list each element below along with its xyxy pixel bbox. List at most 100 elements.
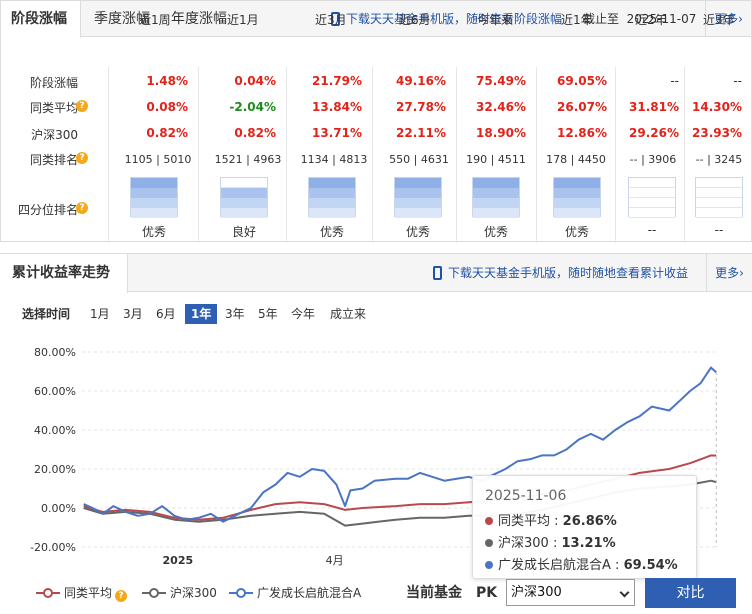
app-download-link[interactable]: 下载天天基金手机版，随时随地查看累计收益 (433, 254, 688, 292)
time-option-1m[interactable]: 1月 (90, 304, 110, 324)
help-icon[interactable]: ? (76, 152, 88, 164)
cumulative-header: 累计收益率走势 下载天天基金手机版，随时随地查看累计收益 更多› (0, 254, 752, 293)
rank-cell: 1521 | 4963 (214, 153, 282, 166)
quartile-label: 优秀 (483, 225, 508, 239)
category-avg-cell: -2.04% (229, 100, 276, 114)
legend-label: 广发成长启航混合A (257, 586, 362, 600)
time-option-6m[interactable]: 6月 (156, 304, 176, 324)
time-option-inception[interactable]: 成立来 (330, 304, 366, 324)
period-header: 近1周 (139, 13, 171, 27)
tooltip-series-value: 26.86% (562, 514, 617, 529)
quartile-segment (473, 188, 519, 198)
csi300-cell: 23.93% (692, 126, 742, 140)
quartile-label: -- (714, 223, 724, 237)
row-label-quartile: 四分位排名? (1, 201, 106, 218)
csi300-cell: 29.26% (629, 126, 679, 140)
fund-return-cell: 69.05% (557, 74, 607, 88)
quartile-bar (308, 177, 356, 218)
csi300-cell: 18.90% (476, 126, 526, 140)
fund-return-cell: 49.16% (396, 74, 446, 88)
time-option-ytd[interactable]: 今年 (291, 304, 315, 324)
quartile-segment (221, 178, 267, 188)
row-label-category-avg: 同类平均? (1, 99, 106, 116)
quartile-segment (395, 188, 441, 198)
rank-cell: 1105 | 5010 (124, 153, 192, 166)
pk-benchmark-select[interactable]: 沪深300 (506, 579, 635, 606)
more-link[interactable]: 更多› (706, 254, 752, 292)
quartile-segment (395, 178, 441, 188)
period-header: 近1年 (561, 13, 593, 27)
time-option-1y[interactable]: 1年 (185, 304, 218, 324)
quartile-segment (629, 208, 675, 218)
tab-annual-returns[interactable]: 年度涨幅 (171, 1, 227, 37)
y-tick-label: 0.00% (41, 502, 76, 515)
quartile-segment (696, 188, 742, 198)
rank-cell: 190 | 4511 (466, 153, 526, 166)
csi300-cell: 22.11% (396, 126, 446, 140)
legend-marker (142, 588, 166, 598)
quartile-segment (309, 198, 355, 208)
series-dot (485, 517, 493, 525)
row-label-text: 四分位排名 (17, 203, 78, 217)
period-header: 近3月 (315, 13, 347, 27)
help-icon[interactable]: ? (76, 202, 88, 214)
cumulative-title: 累计收益率走势 (0, 254, 128, 293)
row-label-text: 同类平均 (29, 101, 78, 115)
legend-item-csi300[interactable]: 沪深300 (142, 583, 217, 603)
chevron-right-icon: › (739, 266, 744, 280)
quartile-segment (221, 188, 267, 198)
category-avg-cell: 0.08% (146, 100, 188, 114)
current-fund-label: 当前基金 (406, 585, 462, 601)
category-avg-cell: 32.46% (476, 100, 526, 114)
tooltip-series-value: 13.21% (561, 536, 616, 551)
quartile-segment (395, 208, 441, 218)
fund-return-cell: 0.04% (234, 74, 276, 88)
quartile-bar (394, 177, 442, 218)
rank-cell: -- | 3245 (695, 153, 743, 166)
fund-return-cell: 21.79% (312, 74, 362, 88)
category-avg-cell: 27.78% (396, 100, 446, 114)
time-option-3m[interactable]: 3月 (123, 304, 143, 324)
period-header: 近2年 (635, 13, 667, 27)
quartile-segment (473, 208, 519, 218)
quartile-bar (695, 177, 743, 218)
legend-item-fund[interactable]: 广发成长启航混合A (229, 583, 361, 603)
quartile-segment (554, 208, 600, 218)
row-label-csi300: 沪深300 (31, 128, 78, 142)
chart-tooltip: 2025-11-06 同类平均 : 26.86% 沪深300 : 13.21% … (472, 475, 697, 579)
tab-period-returns[interactable]: 阶段涨幅 (1, 1, 81, 38)
csi300-cell: 0.82% (146, 126, 188, 140)
time-option-5y[interactable]: 5年 (258, 304, 278, 324)
category-avg-cell: 31.81% (629, 100, 679, 114)
help-icon[interactable]: ? (76, 100, 88, 112)
tooltip-date: 2025-11-06 (485, 488, 567, 504)
legend-marker (229, 588, 253, 598)
quartile-label: 优秀 (141, 225, 166, 239)
quartile-bar (220, 177, 268, 218)
quartile-segment (131, 208, 177, 218)
tooltip-row: 沪深300 : 13.21% (485, 532, 684, 551)
y-tick-label: 60.00% (34, 385, 76, 398)
chevron-down-icon (619, 587, 630, 598)
fund-return-cell: -- (733, 74, 742, 88)
series-dot (485, 561, 493, 569)
quartile-segment (309, 208, 355, 218)
rank-cell: -- | 3906 (629, 153, 677, 166)
app-download-link[interactable]: 下载天天基金手机版，随时查看阶段涨幅 (331, 1, 562, 37)
tooltip-row: 广发成长启航混合A : 69.54% (485, 554, 684, 573)
tooltip-series-value: 69.54% (623, 558, 678, 573)
y-tick-label: 20.00% (34, 463, 76, 476)
rank-cell: 178 | 4450 (546, 153, 606, 166)
chevron-right-icon: › (738, 12, 743, 26)
time-select-label: 选择时间 (22, 307, 71, 321)
quartile-segment (131, 198, 177, 208)
tooltip-series-name: 沪深300 (498, 536, 549, 551)
quartile-segment (473, 178, 519, 188)
legend-item-category-avg[interactable]: 同类平均? (36, 583, 128, 603)
quartile-bar (628, 177, 676, 218)
compare-button[interactable]: 对比 (645, 578, 736, 608)
time-option-3y[interactable]: 3年 (225, 304, 245, 324)
quartile-segment (696, 178, 742, 188)
help-icon[interactable]: ? (115, 590, 128, 602)
quartile-segment (221, 208, 267, 218)
